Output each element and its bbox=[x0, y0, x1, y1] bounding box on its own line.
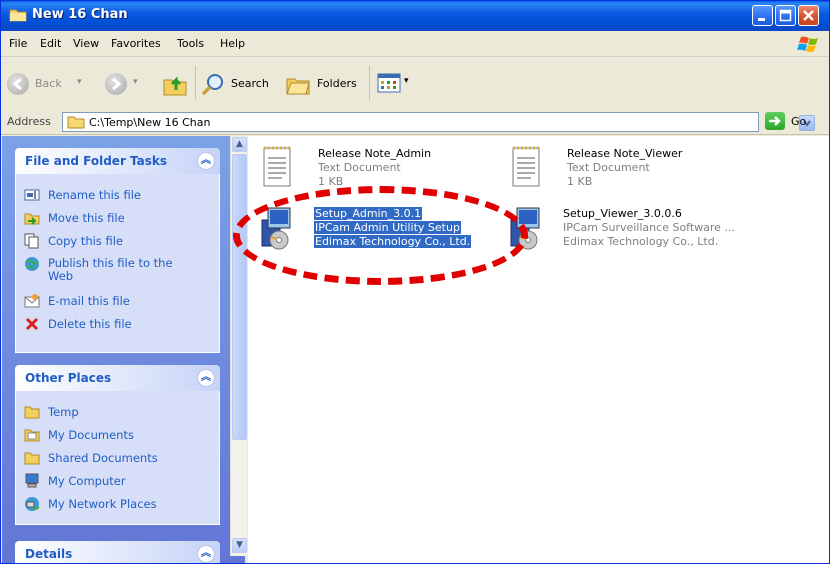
back-arrow-icon bbox=[7, 73, 29, 95]
menu-tools[interactable]: Tools bbox=[177, 37, 204, 50]
folder-icon bbox=[24, 406, 40, 419]
file-item[interactable]: Setup_Viewer_3.0.0.6 IPCam Surveillance … bbox=[503, 204, 763, 256]
forward-arrow-icon bbox=[105, 73, 127, 95]
panel-header[interactable]: Details ︽ bbox=[15, 541, 220, 563]
minimize-icon bbox=[758, 18, 765, 21]
move-icon bbox=[24, 213, 40, 225]
collapse-chevron-icon[interactable]: ︽ bbox=[197, 152, 215, 170]
file-folder-tasks-panel: File and Folder Tasks ︽ Rename this file… bbox=[15, 148, 220, 353]
views-icon bbox=[377, 73, 401, 93]
publish-icon bbox=[25, 257, 39, 271]
forward-button[interactable]: ▾ bbox=[105, 71, 145, 97]
views-button[interactable]: ▾ bbox=[377, 73, 417, 95]
collapse-chevron-icon[interactable]: ︽ bbox=[197, 545, 215, 563]
address-bar: Address C:\Temp\New 16 Chan Go bbox=[1, 109, 829, 135]
close-button[interactable] bbox=[798, 5, 819, 26]
rename-icon bbox=[24, 189, 40, 201]
search-button[interactable]: Search bbox=[201, 71, 279, 97]
menu-view[interactable]: View bbox=[73, 37, 99, 50]
maximize-button[interactable] bbox=[775, 5, 796, 26]
toolbar: Back ▾ ▾ Search Folders ▾ bbox=[1, 58, 829, 110]
toolbar-separator bbox=[369, 66, 370, 100]
folders-button[interactable]: Folders bbox=[285, 71, 365, 97]
up-folder-icon[interactable] bbox=[161, 70, 189, 98]
menu-edit[interactable]: Edit bbox=[40, 37, 61, 50]
my-computer-icon bbox=[25, 473, 39, 488]
back-label: Back bbox=[35, 77, 62, 90]
task-pane-scrollbar[interactable]: ▲ ▼ bbox=[230, 136, 247, 556]
panel-title: Details bbox=[25, 547, 73, 561]
title-bar[interactable]: New 16 Chan bbox=[1, 1, 829, 31]
folders-label: Folders bbox=[317, 77, 357, 90]
address-input[interactable]: C:\Temp\New 16 Chan bbox=[62, 112, 815, 132]
folder-icon bbox=[24, 452, 40, 465]
views-dropdown-icon: ▾ bbox=[404, 76, 409, 86]
close-icon bbox=[803, 10, 814, 21]
back-dropdown-icon: ▾ bbox=[77, 77, 82, 87]
panel-title: File and Folder Tasks bbox=[25, 154, 168, 168]
go-label[interactable]: Go bbox=[791, 115, 806, 128]
go-button[interactable] bbox=[765, 112, 785, 130]
address-label: Address bbox=[7, 115, 51, 128]
scroll-thumb[interactable] bbox=[232, 154, 247, 440]
text-document-icon bbox=[512, 146, 540, 187]
file-item[interactable]: Release Note_Viewer Text Document 1 KB bbox=[507, 144, 757, 192]
explorer-window: New 16 Chan File Edit View Favorites Too… bbox=[0, 0, 830, 564]
panel-body: Temp My Documents Shared Documents My Co… bbox=[15, 391, 220, 525]
email-icon bbox=[24, 294, 40, 308]
other-places-panel: Other Places ︽ Temp My Documents Shared … bbox=[15, 365, 220, 525]
maximize-icon bbox=[779, 9, 792, 22]
task-pane: File and Folder Tasks ︽ Rename this file… bbox=[2, 136, 245, 563]
menu-favorites[interactable]: Favorites bbox=[111, 37, 161, 50]
address-value: C:\Temp\New 16 Chan bbox=[89, 116, 211, 129]
text-document-icon bbox=[263, 146, 291, 187]
annotation-highlight-oval bbox=[233, 186, 528, 285]
forward-dropdown-icon: ▾ bbox=[133, 77, 138, 87]
folder-icon bbox=[67, 116, 85, 129]
my-documents-icon bbox=[24, 429, 40, 442]
panel-body: Rename this file Move this file Copy thi… bbox=[15, 174, 220, 353]
menu-help[interactable]: Help bbox=[220, 37, 245, 50]
menu-bar: File Edit View Favorites Tools Help bbox=[1, 31, 829, 57]
details-panel: Details ︽ bbox=[15, 541, 220, 563]
back-button[interactable]: Back ▾ bbox=[7, 71, 97, 97]
menu-file[interactable]: File bbox=[9, 37, 27, 50]
minimize-button[interactable] bbox=[752, 5, 773, 26]
copy-icon bbox=[24, 233, 39, 249]
panel-title: Other Places bbox=[25, 371, 112, 385]
toolbar-separator bbox=[195, 66, 196, 100]
folder-icon bbox=[9, 9, 27, 22]
window-title: New 16 Chan bbox=[32, 7, 128, 22]
search-label: Search bbox=[231, 77, 269, 90]
scroll-up-arrow-icon[interactable]: ▲ bbox=[232, 137, 247, 152]
folders-icon bbox=[286, 78, 310, 95]
go-arrow-icon bbox=[769, 116, 781, 126]
delete-icon bbox=[25, 317, 39, 331]
panel-header[interactable]: Other Places ︽ bbox=[15, 365, 220, 391]
windows-logo-icon bbox=[797, 36, 818, 52]
scroll-down-arrow-icon[interactable]: ▼ bbox=[232, 538, 247, 553]
file-item[interactable]: Release Note_Admin Text Document 1 KB bbox=[258, 144, 498, 192]
collapse-chevron-icon[interactable]: ︽ bbox=[197, 369, 215, 387]
search-icon bbox=[201, 74, 223, 96]
panel-header[interactable]: File and Folder Tasks ︽ bbox=[15, 148, 220, 174]
network-icon bbox=[25, 497, 40, 511]
